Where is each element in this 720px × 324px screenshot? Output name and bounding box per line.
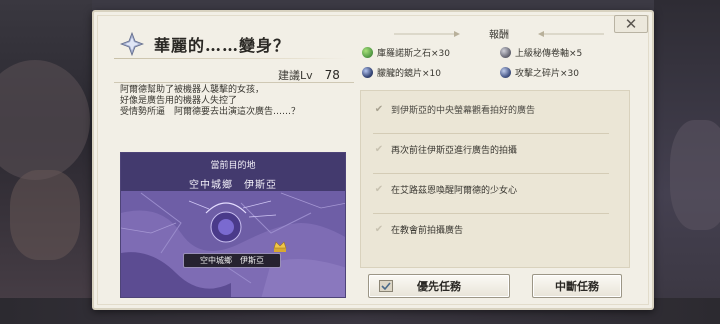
reward-label: 上級秘傳卷軸×5 bbox=[515, 49, 583, 59]
quest-step[interactable]: ✔ 在教會前拍攝廣告 bbox=[373, 219, 619, 239]
lens-icon bbox=[362, 67, 373, 78]
quest-step-label: 在艾路茲恩喚醒阿爾德的少女心 bbox=[391, 185, 518, 196]
quest-step[interactable]: ✔ 到伊斯亞的中央螢幕觀看拍好的廣告 bbox=[373, 99, 619, 119]
map-location-marker: 空中城鄉 伊斯亞 bbox=[183, 253, 281, 268]
reward-item: 上級秘傳卷軸×5 bbox=[500, 46, 582, 59]
chronos-stone-icon bbox=[362, 47, 373, 58]
background-shape bbox=[10, 170, 80, 260]
recommended-level-label: 建議Lv bbox=[278, 69, 313, 82]
check-icon: ✔ bbox=[374, 103, 384, 115]
background-shape bbox=[670, 120, 720, 230]
close-button[interactable]: ✕ bbox=[614, 15, 648, 33]
quest-step[interactable]: ✔ 在艾路茲恩喚醒阿爾德的少女心 bbox=[373, 179, 619, 199]
step-divider bbox=[373, 213, 609, 214]
priority-check-icon bbox=[379, 280, 393, 292]
background-right bbox=[654, 0, 720, 324]
current-destination-label: 當前目的地 bbox=[210, 161, 256, 171]
quest-step-list: ✔ 到伊斯亞的中央螢幕觀看拍好的廣告 ✔ 再次前往伊斯亞進行廣告的拍攝 ✔ 在艾… bbox=[360, 90, 630, 268]
destination-map[interactable]: 當前目的地 空中城鄉 伊斯亞 空中城鄉 伊斯亞 bbox=[120, 152, 346, 298]
priority-quest-button[interactable]: 優先任務 bbox=[368, 274, 510, 298]
step-divider bbox=[373, 133, 609, 134]
abort-quest-label: 中斷任務 bbox=[555, 280, 599, 293]
destination-name: 空中城鄉 伊斯亞 bbox=[189, 180, 277, 191]
quest-step-label: 到伊斯亞的中央螢幕觀看拍好的廣告 bbox=[391, 105, 536, 116]
abort-quest-button[interactable]: 中斷任務 bbox=[532, 274, 622, 298]
level-divider bbox=[114, 82, 354, 83]
quest-step-label: 在教會前拍攝廣告 bbox=[391, 225, 464, 236]
reward-item: 朦朧的鏡片×10 bbox=[362, 66, 441, 79]
description-line: 好像是廣告用的機器人失控了 bbox=[120, 96, 238, 106]
step-divider bbox=[373, 173, 609, 174]
background-shape bbox=[0, 60, 90, 180]
close-icon: ✕ bbox=[624, 14, 638, 33]
quest-step[interactable]: ✔ 再次前往伊斯亞進行廣告的拍攝 bbox=[373, 139, 619, 159]
description-line: 阿爾德幫助了被機器人襲擊的女孩， bbox=[120, 85, 265, 95]
reward-label: 庫羅諾斯之石×30 bbox=[377, 49, 450, 59]
crown-icon bbox=[273, 241, 287, 252]
ornament-right bbox=[538, 31, 604, 37]
check-icon: ✔ bbox=[374, 223, 384, 235]
title-divider bbox=[114, 58, 346, 59]
crystal-star-icon bbox=[120, 32, 144, 56]
attack-fragment-icon bbox=[500, 67, 511, 78]
quest-title: 華麗的……變身？ bbox=[154, 36, 291, 55]
reward-label: 攻擊之碎片×30 bbox=[515, 69, 579, 79]
description-line: 受情勢所逼 阿爾德要去出演這次廣告……？ bbox=[120, 107, 301, 117]
check-icon: ✔ bbox=[374, 143, 384, 155]
reward-item: 攻擊之碎片×30 bbox=[500, 66, 579, 79]
check-icon: ✔ bbox=[374, 183, 384, 195]
recommended-level-value: 78 bbox=[324, 68, 340, 82]
recommended-level: 建議Lv 78 bbox=[278, 67, 340, 83]
quest-step-label: 再次前往伊斯亞進行廣告的拍攝 bbox=[391, 145, 518, 156]
map-header: 當前目的地 空中城鄉 伊斯亞 bbox=[121, 153, 345, 191]
reward-label: 朦朧的鏡片×10 bbox=[377, 69, 441, 79]
priority-quest-label: 優先任務 bbox=[417, 280, 461, 293]
reward-item: 庫羅諾斯之石×30 bbox=[362, 46, 450, 59]
quest-title-row: 華麗的……變身？ bbox=[120, 32, 290, 56]
scroll-icon bbox=[500, 47, 511, 58]
background-left bbox=[0, 0, 92, 324]
quest-description: 阿爾德幫助了被機器人襲擊的女孩， 好像是廣告用的機器人失控了 受情勢所逼 阿爾德… bbox=[120, 85, 350, 118]
quest-dialog: ✕ 華麗的……變身？ 建議Lv 78 阿爾德幫助了被機器人襲擊的女孩， 好像是廣… bbox=[92, 10, 654, 310]
